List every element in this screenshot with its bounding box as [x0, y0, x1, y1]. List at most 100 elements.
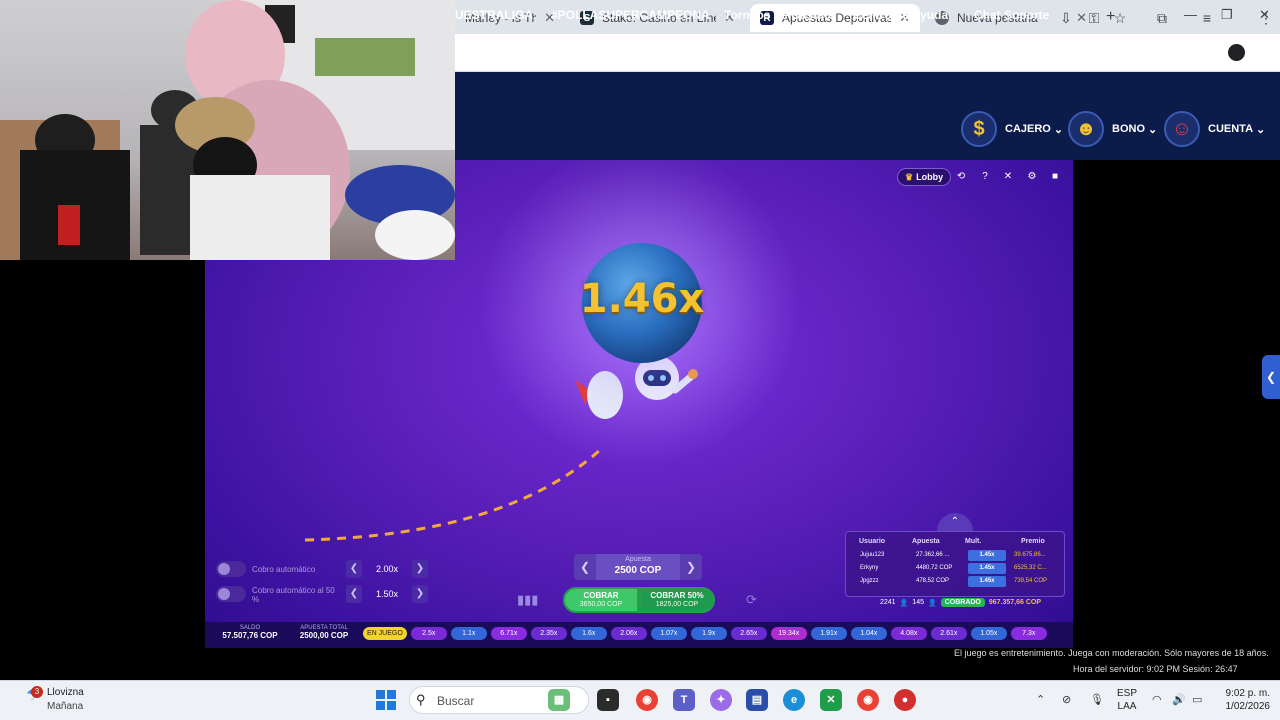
nav-pollasupercampeona[interactable]: #POLLASUPERCAMPEONA: [551, 8, 710, 22]
webcam-feed: [0, 0, 455, 260]
decrease-button[interactable]: ❮: [346, 585, 362, 603]
account-icon: ☺: [1164, 111, 1200, 147]
site-nav: [455, 72, 1280, 102]
history-pill: 7.3x: [1010, 627, 1047, 640]
bet-decrease-button[interactable]: ❮: [574, 554, 596, 580]
player-row: Jujuu123 27.362,66 ... 1.45x 39.675,86..…: [852, 550, 1058, 563]
auto-cashout-half-stepper: ❮ 1.50x ❯: [346, 585, 428, 603]
history-pill: 2.65x: [730, 627, 767, 640]
bet-amount[interactable]: 2500 COP: [596, 565, 680, 576]
volume-icon[interactable]: 🔊: [1172, 693, 1186, 706]
browser-menu-icon[interactable]: ⋮: [1257, 10, 1275, 27]
weather-title[interactable]: Llovizna: [47, 687, 84, 698]
history-pill: 1.07x: [650, 627, 687, 640]
app-icon[interactable]: ●: [894, 689, 916, 711]
bonus-icon: ☻: [1068, 111, 1104, 147]
col-mult: Mult.: [965, 538, 982, 545]
chrome-active-icon[interactable]: ◉: [857, 689, 879, 711]
copilot-icon[interactable]: ✦: [710, 689, 732, 711]
auto-cashout-stepper: ❮ 2.00x ❯: [346, 560, 428, 578]
multiplier-history: EN JUEGO 2.5x 1.1x 6.71x 2.35x 1.6x 2.06x 1.07x…: [363, 627, 1058, 640]
increase-button[interactable]: ❯: [412, 560, 428, 578]
side-panel-toggle[interactable]: ❮: [1262, 355, 1280, 399]
nav-centro-ayuda[interactable]: Centro de Ayuda: [853, 8, 948, 22]
install-app-icon[interactable]: ⇩: [1057, 10, 1075, 27]
wifi-icon[interactable]: ◠: [1152, 693, 1162, 706]
lobby-button[interactable]: ♛ Lobby: [897, 168, 952, 186]
help-icon[interactable]: ?: [977, 169, 993, 185]
mute-icon[interactable]: ✕: [1000, 169, 1016, 185]
auto-cashout-half-toggle[interactable]: [216, 586, 246, 602]
history-pill: 2.5x: [410, 627, 447, 640]
password-key-icon[interactable]: ⚿: [1085, 10, 1103, 27]
history-icon[interactable]: ⟲: [953, 169, 969, 185]
player-row: Jpgzzz 478,52 COP 1.45x 739,54 COP: [852, 576, 1058, 589]
history-pill: 2.61x: [930, 627, 967, 640]
history-pill: 2.35x: [530, 627, 567, 640]
history-pill: 2.06x: [610, 627, 647, 640]
responsible-gaming-text: El juego es entretenimiento. Juega con m…: [954, 648, 1269, 658]
bookmark-star-icon[interactable]: ☆: [1111, 10, 1129, 27]
history-pill: 1.04x: [850, 627, 887, 640]
history-pill: 4.08x: [890, 627, 927, 640]
screen: Marley - Is This Lo ✕ S Stake: Casino en…: [0, 0, 1280, 720]
auto-cashout-toggle[interactable]: [216, 561, 246, 577]
settings-icon[interactable]: ⚙: [1024, 169, 1040, 185]
nav-torneos-casino[interactable]: Torneos de Casino: [724, 8, 831, 22]
bet-increase-button[interactable]: ❯: [680, 554, 702, 580]
flight-trail: [304, 448, 601, 542]
store-icon[interactable]: ▤: [746, 689, 768, 711]
nav-nuestraliga[interactable]: UESTRALIGA: [455, 8, 533, 22]
cuenta-button[interactable]: ☺ CUENTA ⌄: [1164, 111, 1265, 147]
nav-chat-soporte[interactable]: Chat Soporte: [974, 8, 1049, 22]
history-pill: 1.9x: [690, 627, 727, 640]
balance: SALDO 57.507,76 COP: [222, 625, 278, 640]
history-pill: 6.71x: [490, 627, 527, 640]
media-control-icon[interactable]: ≡: [1198, 10, 1216, 26]
history-pill: 1.91x: [810, 627, 847, 640]
current-multiplier: 1.46x: [579, 276, 705, 322]
decrease-button[interactable]: ❮: [346, 560, 362, 578]
teams-icon[interactable]: T: [673, 689, 695, 711]
history-pill: 1.6x: [570, 627, 607, 640]
xbox-icon[interactable]: ✕: [820, 689, 842, 711]
stats-icon[interactable]: ▮▮▮: [517, 592, 538, 608]
user-icon: 👤: [899, 599, 909, 607]
dollar-icon: $: [961, 111, 997, 147]
windows-start-icon[interactable]: [376, 690, 396, 710]
system-clock[interactable]: 9:02 p. m. 1/02/2026: [1216, 687, 1271, 713]
widget-icon[interactable]: ▦: [548, 689, 570, 711]
auto-bet-icon[interactable]: ⟳: [746, 592, 757, 608]
history-pill: 1.1x: [450, 627, 487, 640]
total-bet: APUESTA TOTAL 2500,00 COP: [299, 625, 349, 640]
crown-icon: ♛: [905, 171, 914, 182]
players-panel: Usuario Apuesta Mult. Premio Jujuu123 27…: [845, 531, 1065, 597]
notification-badge: 3: [31, 686, 43, 698]
search-icon: ⚲: [416, 692, 426, 707]
col-apuesta: Apuesta: [912, 538, 940, 545]
task-view-icon[interactable]: ▪: [597, 689, 619, 711]
location-off-icon[interactable]: ⊘: [1062, 693, 1071, 706]
bono-button[interactable]: ☻ BONO ⌄: [1068, 111, 1157, 147]
cajero-button[interactable]: $ CAJERO ⌄: [961, 111, 1063, 147]
weather-subtitle: Mañana: [47, 701, 84, 712]
extensions-icon[interactable]: ⧉: [1153, 10, 1171, 27]
tray-overflow-icon[interactable]: ⌃: [1036, 693, 1045, 706]
chrome-icon[interactable]: ◉: [636, 689, 658, 711]
maximize-button[interactable]: ❐: [1221, 7, 1233, 23]
microphone-icon[interactable]: 🎙: [1090, 693, 1104, 706]
language-indicator[interactable]: ESP LAA: [1117, 687, 1137, 713]
profile-avatar[interactable]: [1228, 44, 1245, 61]
minimize-button[interactable]: —: [1184, 7, 1197, 22]
auto-cashout-panel: Cobro automático ❮ 2.00x ❯ Cobro automát…: [212, 556, 430, 606]
auto-cashout-row: Cobro automático ❮ 2.00x ❯: [212, 558, 430, 580]
cashout-button[interactable]: COBRAR 3650,00 COP: [563, 587, 639, 613]
fullscreen-icon[interactable]: ■: [1047, 169, 1063, 185]
edge-icon[interactable]: e: [783, 689, 805, 711]
cashout-half-button[interactable]: COBRAR 50% 1825,00 COP: [639, 587, 715, 613]
history-pill: 19.34x: [770, 627, 807, 640]
increase-button[interactable]: ❯: [412, 585, 428, 603]
battery-icon[interactable]: ▭: [1192, 693, 1202, 706]
server-time: Hora del servidor: 9:02 PM Sesión: 26:47: [1073, 664, 1238, 674]
user-icon: 👤: [927, 599, 937, 607]
